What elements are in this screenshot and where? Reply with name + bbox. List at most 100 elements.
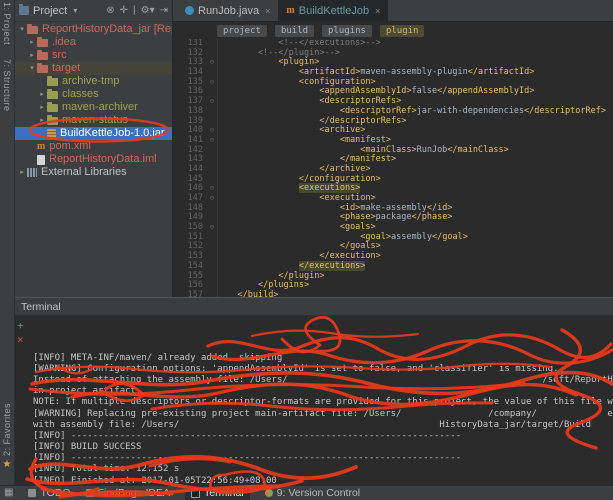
terminal-line: [INFO] META-INF/maven/ already added, sk… xyxy=(33,352,283,363)
tab-buildkettlejob[interactable]: m BuildKettleJob × xyxy=(278,0,389,21)
terminal-line: NOTE: If multiple descriptors or descrip… xyxy=(33,397,613,408)
collapse-all-icon[interactable]: ⊗ xyxy=(106,5,114,16)
breadcrumb-project[interactable]: project xyxy=(217,24,267,37)
tree-item-label: classes xyxy=(62,88,99,100)
tree-down-arrow-icon[interactable]: ▾ xyxy=(27,62,37,75)
stripe-1-project[interactable]: 1: Project xyxy=(2,2,12,45)
fold-column xyxy=(207,68,217,78)
statusbar-findbugs-idea[interactable]: FindBugs-IDEA xyxy=(85,486,170,500)
fold-marker-icon[interactable]: ⊝ xyxy=(207,194,217,204)
tree-item-label: archive-tmp xyxy=(62,75,120,87)
fold-column xyxy=(207,204,217,214)
statusbar-item-label: Terminal xyxy=(203,487,244,499)
folder-icon xyxy=(47,114,58,125)
tree-item-pom-xml[interactable]: m pom.xml xyxy=(15,140,172,153)
fold-column xyxy=(207,213,217,223)
class-icon xyxy=(185,6,194,15)
fold-marker-icon[interactable]: ⊝ xyxy=(207,97,217,107)
code-area[interactable]: 131 <!--</executions>--> 132 <!--</plugin… xyxy=(173,39,613,297)
tree-item-reporthistorydata-iml[interactable]: ReportHistoryData.iml xyxy=(15,153,172,166)
tree-item-archive-tmp[interactable]: archive-tmp xyxy=(15,75,172,88)
jar-icon xyxy=(47,128,56,139)
tree-right-arrow-icon[interactable]: ▸ xyxy=(17,166,27,179)
project-tree: ▾ ReportHistoryData_jar [ReportHist ▸ .idea… xyxy=(15,22,172,179)
folder-icon xyxy=(37,62,48,73)
fold-column xyxy=(207,155,217,165)
tree-item-label: ReportHistoryData.iml xyxy=(49,153,157,165)
statusbar-9-version-control[interactable]: 9: Version Control xyxy=(264,486,361,500)
fold-column xyxy=(207,242,217,252)
fold-marker-icon[interactable]: ⊝ xyxy=(207,184,217,194)
fold-column xyxy=(207,175,217,185)
tree-item-buildkettlejob-1-0-jar[interactable]: BuildKettleJob-1.0.jar xyxy=(15,127,172,140)
tree-item-label: pom.xml xyxy=(49,140,91,152)
bug-icon xyxy=(85,489,94,497)
statusbar-item-label: 9: Version Control xyxy=(276,487,361,499)
fold-marker-icon[interactable]: ⊝ xyxy=(207,223,217,233)
maven-icon: m xyxy=(37,141,46,152)
tree-item-classes[interactable]: ▸ classes xyxy=(15,88,172,101)
editor: RunJob.java × m BuildKettleJob × project buil… xyxy=(173,0,613,297)
terminal-line: with assembly file: /Users/ HistoryData_… xyxy=(33,419,592,430)
gutter-divider xyxy=(217,39,218,297)
tool-window-switcher-icon[interactable]: ▦ xyxy=(4,488,13,498)
statusbar-item-label: FindBugs-IDEA xyxy=(97,487,170,499)
breadcrumb-plugin[interactable]: plugin xyxy=(379,24,425,37)
tree-item-reporthistorydata-jar-reporthist[interactable]: ▾ ReportHistoryData_jar [ReportHist xyxy=(15,23,172,36)
close-icon[interactable]: × xyxy=(375,6,380,16)
tree-item-idea[interactable]: ▸ .idea xyxy=(15,36,172,49)
locate-icon[interactable]: ✛ xyxy=(120,5,128,16)
folder-icon xyxy=(47,75,58,86)
tree-item-maven-archiver[interactable]: ▸ maven-archiver xyxy=(15,101,172,114)
fold-column xyxy=(207,49,217,59)
breadcrumb: project build plugins plugin xyxy=(173,22,613,39)
tree-right-arrow-icon[interactable]: ▸ xyxy=(37,101,47,114)
statusbar-item-label: TODO xyxy=(40,487,71,499)
tree-item-label: maven-status xyxy=(62,114,129,126)
terminal-line: Instead of attaching the assembly file: … xyxy=(33,374,613,385)
tree-item-label: .idea xyxy=(52,36,76,48)
terminal-title: Terminal xyxy=(21,300,61,313)
fold-column xyxy=(207,272,217,282)
maven-icon: m xyxy=(286,5,295,16)
stripe-7-structure[interactable]: 7: Structure xyxy=(2,59,12,112)
close-session-icon[interactable]: × xyxy=(17,334,24,345)
folder-icon xyxy=(47,88,58,99)
fold-column xyxy=(207,146,217,156)
fold-column xyxy=(207,262,217,272)
terminal-output[interactable]: + × [INFO] META-INF/maven/ already added… xyxy=(15,316,613,487)
settings-icon[interactable]: ⚙▾ xyxy=(141,5,155,16)
fold-marker-icon[interactable]: ⊝ xyxy=(207,58,217,68)
divider: | xyxy=(133,4,136,16)
tree-item-label: BuildKettleJob-1.0.jar xyxy=(60,127,165,139)
tree-item-src[interactable]: ▸ src xyxy=(15,49,172,62)
tree-right-arrow-icon[interactable]: ▸ xyxy=(27,49,37,62)
stripe-favorites[interactable]: 2: Favorites xyxy=(2,403,12,456)
favorites-star-icon[interactable]: ★ xyxy=(3,460,12,470)
tree-right-arrow-icon[interactable]: ▸ xyxy=(27,36,37,49)
tree-item-label: External Libraries xyxy=(41,166,127,178)
fold-marker-icon[interactable]: ⊝ xyxy=(207,126,217,136)
statusbar-terminal[interactable]: Terminal xyxy=(184,486,250,500)
project-panel-title[interactable]: Project xyxy=(33,5,67,17)
close-icon[interactable]: × xyxy=(265,6,270,16)
tree-item-maven-status[interactable]: ▸ maven-status xyxy=(15,114,172,127)
terminal-panel: Terminal + × [INFO] META-INF/maven/ alre… xyxy=(15,297,613,487)
hide-icon[interactable]: ⇥ xyxy=(160,5,168,16)
tab-runjob-java[interactable]: RunJob.java × xyxy=(177,0,278,21)
tree-item-target[interactable]: ▾ target xyxy=(15,62,172,75)
tree-item-external-libraries[interactable]: ▸ External Libraries xyxy=(15,166,172,179)
fold-marker-icon[interactable]: ⊝ xyxy=(207,136,217,146)
tab-label: RunJob.java xyxy=(198,4,260,17)
tree-right-arrow-icon[interactable]: ▸ xyxy=(37,114,47,127)
fold-column xyxy=(207,107,217,117)
breadcrumb-build[interactable]: build xyxy=(274,24,315,37)
tree-right-arrow-icon[interactable]: ▸ xyxy=(37,88,47,101)
statusbar-todo[interactable]: TODO xyxy=(28,486,71,500)
new-session-icon[interactable]: + xyxy=(17,320,24,331)
breadcrumb-plugins[interactable]: plugins xyxy=(322,24,372,37)
tree-down-arrow-icon[interactable]: ▾ xyxy=(17,23,27,36)
fold-marker-icon[interactable]: ⊝ xyxy=(207,78,217,88)
project-panel-header: Project ▾ ⊗ ✛ | ⚙▾ ⇥ xyxy=(15,0,172,22)
chevron-down-icon[interactable]: ▾ xyxy=(73,6,77,15)
